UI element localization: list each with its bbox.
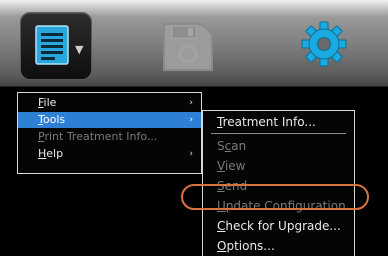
- highlight-ring-annotation: [181, 184, 369, 210]
- toolbar: ▼: [0, 0, 388, 87]
- menu-item-treatment-info[interactable]: Treatment Info...: [203, 113, 354, 131]
- menu-item-file[interactable]: File ›: [18, 95, 201, 111]
- menu-item-label: Tools: [38, 113, 66, 126]
- menu-item-help[interactable]: Help ›: [18, 146, 201, 162]
- menu-separator: [211, 133, 346, 134]
- settings-button[interactable]: [300, 20, 348, 68]
- gear-icon: [300, 21, 348, 72]
- chevron-down-icon: ▼: [75, 43, 84, 56]
- chevron-right-icon: ›: [189, 149, 193, 159]
- menu-item-label: Help: [38, 147, 64, 160]
- menu-item-tools[interactable]: Tools ›: [18, 112, 201, 128]
- menu-item-scan[interactable]: Scan: [203, 137, 354, 155]
- application-window: ▼ File › Tools › Print Treatment Info...…: [0, 0, 388, 256]
- menu-item-view[interactable]: View: [203, 157, 354, 175]
- menu-item-check-for-upgrade[interactable]: Check for Upgrade...: [203, 217, 354, 235]
- document-menu-icon: [35, 25, 75, 71]
- save-button[interactable]: [160, 20, 216, 74]
- menu-item-options[interactable]: Options...: [203, 237, 354, 255]
- main-menu: File › Tools › Print Treatment Info... H…: [17, 92, 202, 174]
- save-icon: [160, 23, 216, 78]
- document-menu-button[interactable]: ▼: [20, 12, 92, 80]
- menu-item-print-treatment-info[interactable]: Print Treatment Info...: [18, 129, 201, 145]
- tools-submenu: Treatment Info... Scan View Send Update …: [202, 110, 355, 256]
- chevron-right-icon: ›: [189, 98, 193, 108]
- menu-item-label: File: [38, 96, 57, 109]
- chevron-right-icon: ›: [189, 115, 193, 125]
- menu-item-label: Print Treatment Info...: [38, 130, 158, 143]
